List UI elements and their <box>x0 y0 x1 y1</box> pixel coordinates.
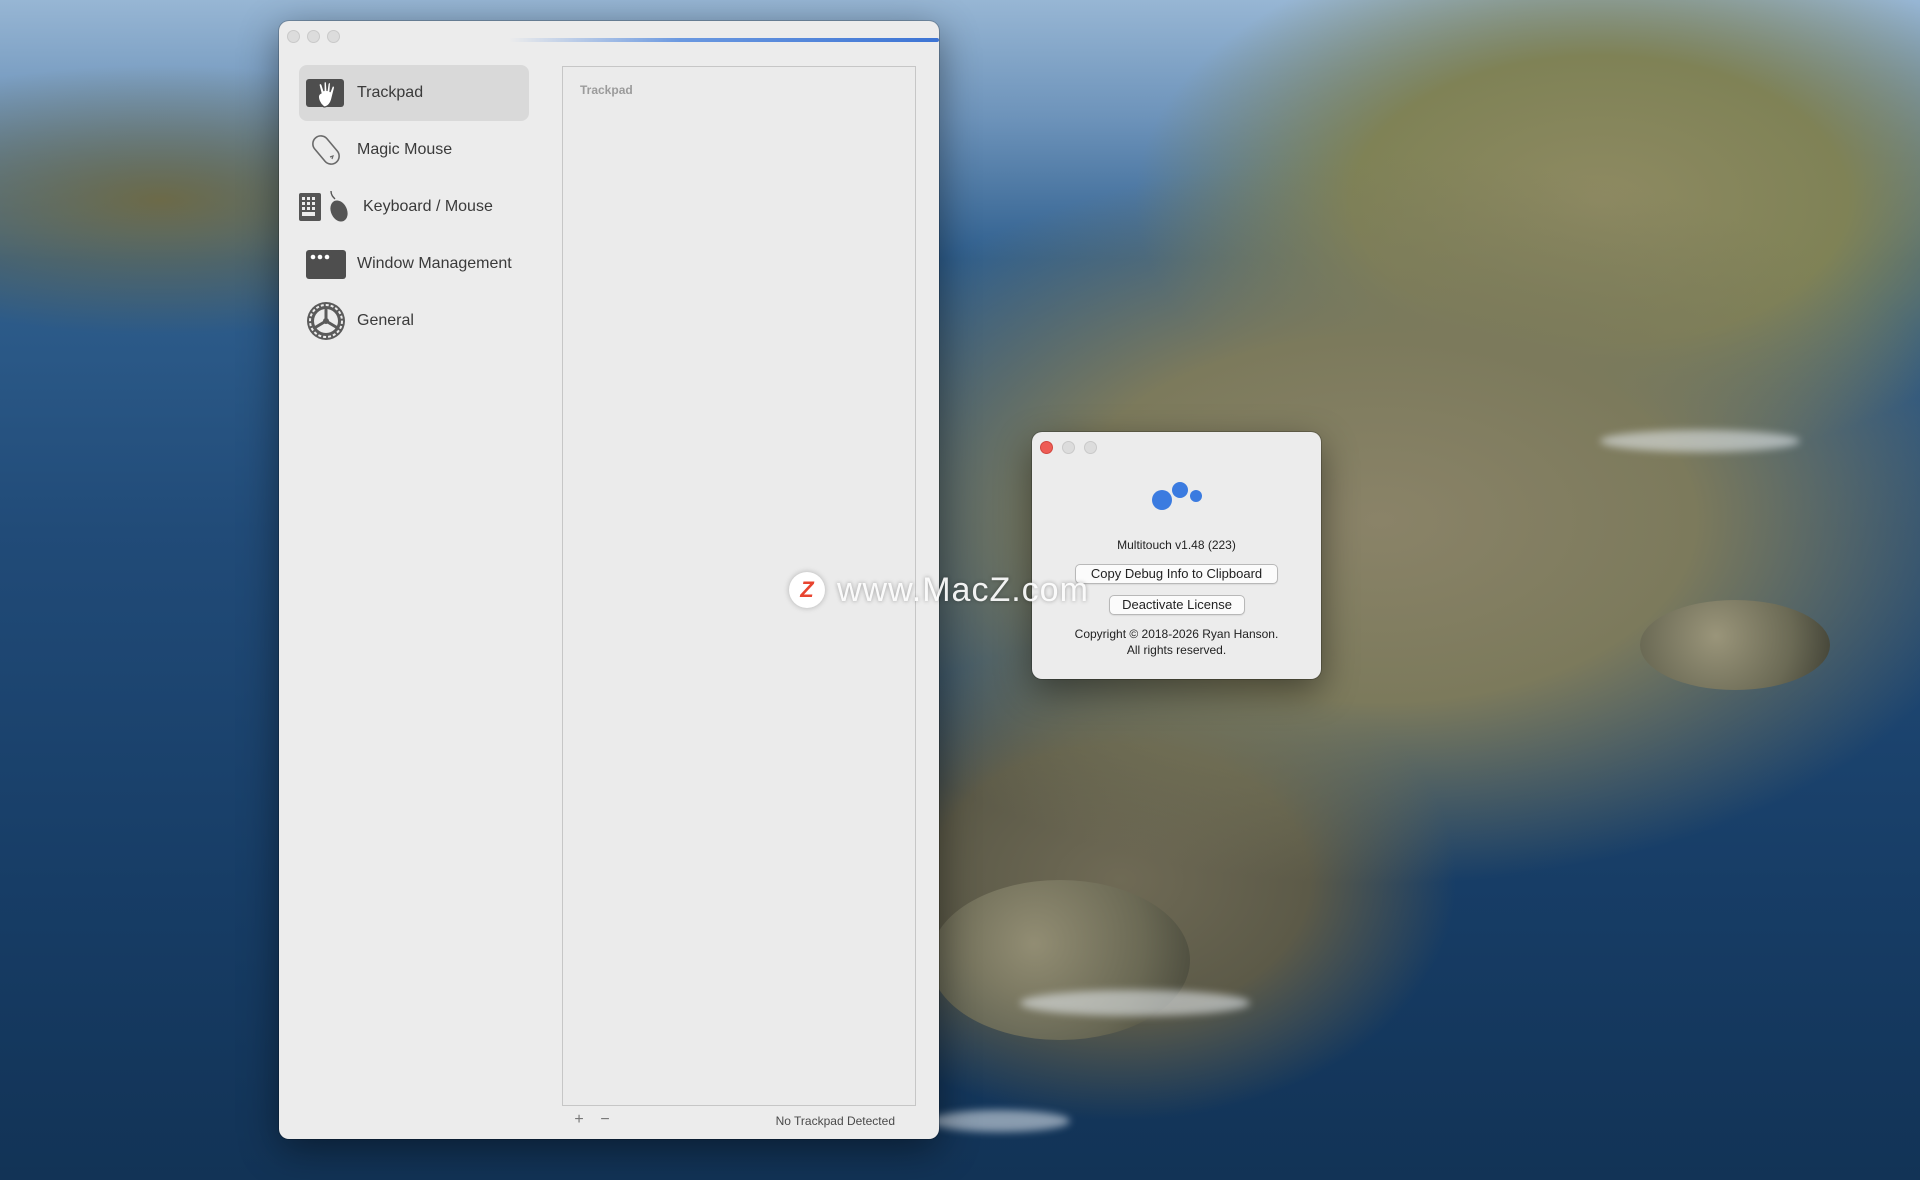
sidebar-item-keyboard-mouse[interactable]: Keyboard / Mouse <box>291 179 529 235</box>
window-management-icon <box>305 243 347 285</box>
sidebar-item-label: General <box>357 312 414 329</box>
app-version: Multitouch v1.48 (223) <box>1117 538 1236 552</box>
watermark-logo-icon: Z <box>789 572 825 608</box>
watermark-text: www.MacZ.com <box>837 570 1089 609</box>
surf-foam <box>1020 990 1250 1016</box>
multitouch-logo-icon <box>1152 482 1202 510</box>
sidebar-item-label: Magic Mouse <box>357 141 453 158</box>
deactivate-license-button[interactable]: Deactivate License <box>1109 595 1245 615</box>
sea-rock <box>1640 600 1830 690</box>
coast-rock <box>930 880 1190 1040</box>
minimize-button[interactable] <box>1062 441 1075 454</box>
window-titlebar[interactable] <box>279 21 939 49</box>
zoom-button[interactable] <box>1084 441 1097 454</box>
close-button[interactable] <box>287 30 300 43</box>
trackpad-status-text: No Trackpad Detected <box>775 1114 895 1128</box>
add-button[interactable]: + <box>571 1111 587 1129</box>
sidebar-item-label: Window Management <box>357 255 512 272</box>
sidebar-item-general[interactable]: General <box>299 293 529 349</box>
general-gear-icon <box>305 300 347 342</box>
copyright-line: Copyright © 2018-2026 Ryan Hanson. <box>1074 627 1279 641</box>
titlebar-progress-indicator <box>509 38 939 42</box>
magic-mouse-icon <box>305 129 347 171</box>
about-window: Multitouch v1.48 (223) Copy Debug Info t… <box>1032 432 1321 679</box>
rights-line: All rights reserved. <box>1126 643 1227 657</box>
sidebar-item-label: Trackpad <box>357 84 424 101</box>
sidebar-item-label: Keyboard / Mouse <box>363 198 493 215</box>
keyboard-mouse-icon <box>297 186 353 228</box>
minimize-button[interactable] <box>307 30 320 43</box>
surf-foam <box>930 1110 1070 1132</box>
close-button[interactable] <box>1040 441 1053 454</box>
watermark-logo-letter: Z <box>800 577 814 602</box>
sidebar-item-window-management[interactable]: Window Management <box>299 236 529 292</box>
copyright-text: Copyright © 2018-2026 Ryan Hanson. All r… <box>1032 626 1321 658</box>
surf-foam <box>1600 430 1800 452</box>
trackpad-hand-icon <box>305 72 347 114</box>
sidebar: Trackpad Magic Mouse Keyboard / Mouse Wi… <box>299 65 529 350</box>
sidebar-item-magic-mouse[interactable]: Magic Mouse <box>299 122 529 178</box>
sidebar-item-trackpad[interactable]: Trackpad <box>299 65 529 121</box>
copy-debug-info-button[interactable]: Copy Debug Info to Clipboard <box>1075 564 1278 584</box>
pane-title: Trackpad <box>580 83 633 97</box>
zoom-button[interactable] <box>327 30 340 43</box>
remove-button[interactable]: − <box>597 1111 613 1129</box>
watermark: Z www.MacZ.com <box>789 567 1089 613</box>
